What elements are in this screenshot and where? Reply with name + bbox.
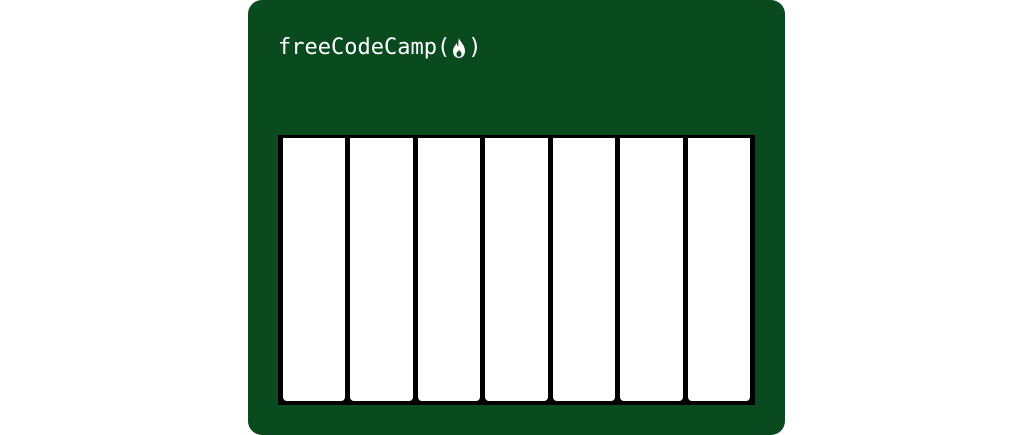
piano-key-5[interactable] <box>552 138 616 401</box>
piano-key-1[interactable] <box>283 138 346 401</box>
piano-keys <box>278 135 755 405</box>
piano-key-3[interactable] <box>417 138 481 401</box>
brand-name: freeCodeCamp <box>278 34 437 60</box>
piano-key-7[interactable] <box>687 138 750 401</box>
flame-icon <box>451 37 467 59</box>
brand-close-paren: ) <box>468 34 482 60</box>
piano-key-4[interactable] <box>485 138 548 401</box>
freecodecamp-logo[interactable]: freeCodeCamp( ) <box>278 30 481 64</box>
piano-key-6[interactable] <box>620 138 683 401</box>
piano-key-2[interactable] <box>350 138 413 401</box>
brand-open-paren: ( <box>436 34 451 60</box>
